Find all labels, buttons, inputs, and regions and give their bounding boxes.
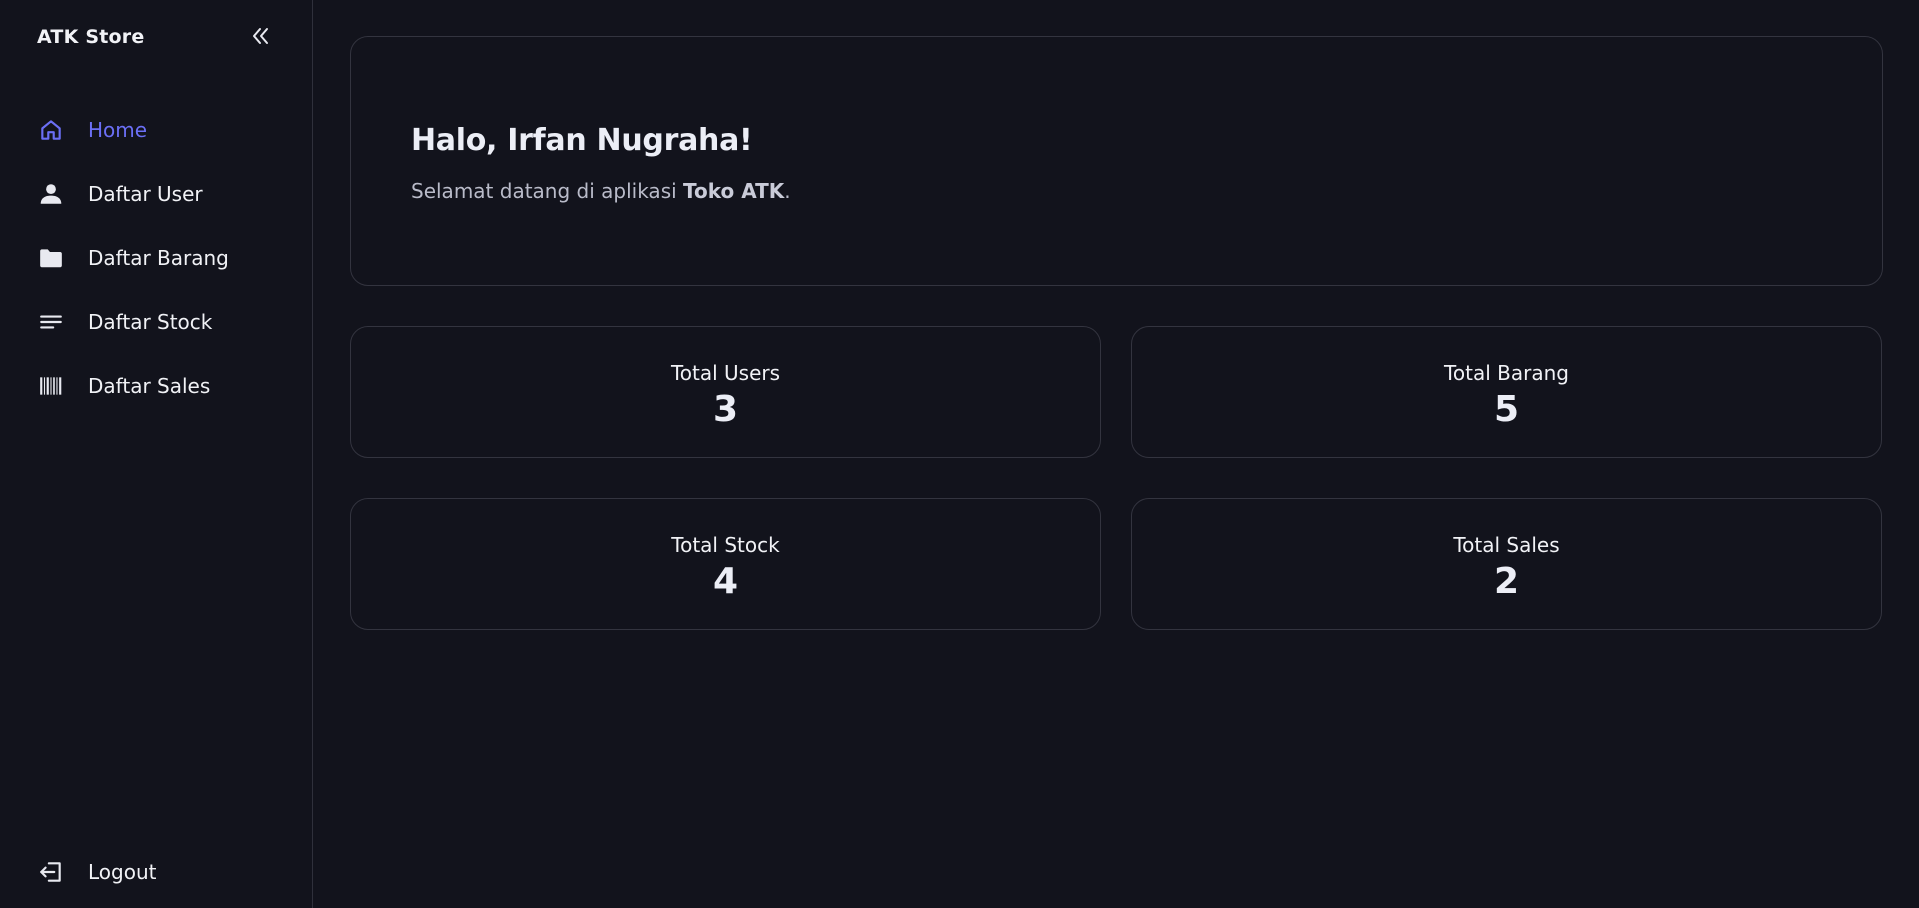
sidebar-item-daftar-sales[interactable]: Daftar Sales	[0, 354, 313, 418]
welcome-message-prefix: Selamat datang di aplikasi	[411, 179, 684, 203]
main-content: Halo, Irfan Nugraha! Selamat datang di a…	[313, 0, 1919, 908]
logout-label: Logout	[88, 860, 157, 884]
sidebar-nav: Home Daftar User Daftar Barang Daftar St…	[0, 98, 313, 418]
welcome-message: Selamat datang di aplikasi Toko ATK.	[411, 179, 791, 203]
stat-card-total-barang: Total Barang 5	[1131, 326, 1882, 458]
welcome-card: Halo, Irfan Nugraha! Selamat datang di a…	[350, 36, 1883, 286]
stat-card-total-sales: Total Sales 2	[1131, 498, 1882, 630]
brand-title: ATK Store	[37, 26, 145, 48]
home-icon	[37, 116, 65, 144]
sidebar-item-label: Daftar Sales	[88, 374, 211, 398]
folder-icon	[37, 244, 65, 272]
stat-label: Total Users	[670, 361, 781, 385]
sidebar-item-home[interactable]: Home	[0, 98, 313, 162]
sidebar-item-daftar-barang[interactable]: Daftar Barang	[0, 226, 313, 290]
stat-card-total-stock: Total Stock 4	[350, 498, 1101, 630]
sidebar-item-label: Daftar Barang	[88, 246, 229, 270]
user-icon	[37, 180, 65, 208]
stat-value: 2	[1493, 561, 1520, 602]
sidebar-item-label: Daftar User	[88, 182, 203, 206]
collapse-sidebar-button[interactable]	[248, 24, 272, 48]
logout-button[interactable]: Logout	[0, 840, 313, 904]
barcode-icon	[37, 372, 65, 400]
double-chevron-left-icon	[253, 28, 268, 44]
app-root: ATK Store Home Daftar User Daftar Barang…	[0, 0, 1919, 908]
stat-value: 5	[1493, 389, 1520, 430]
stat-value: 3	[712, 389, 739, 430]
stat-value: 4	[712, 561, 739, 602]
app-name: Toko ATK	[683, 179, 785, 203]
stat-label: Total Barang	[1444, 361, 1569, 385]
sidebar-item-label: Home	[88, 118, 148, 142]
greeting-heading: Halo, Irfan Nugraha!	[411, 123, 753, 158]
list-lines-icon	[37, 308, 65, 336]
logout-section: Logout	[0, 840, 313, 904]
stat-label: Total Sales	[1453, 533, 1560, 557]
sidebar-item-daftar-stock[interactable]: Daftar Stock	[0, 290, 313, 354]
sidebar-item-daftar-user[interactable]: Daftar User	[0, 162, 313, 226]
welcome-message-suffix: .	[784, 179, 791, 203]
logout-icon	[37, 858, 65, 886]
sidebar: ATK Store Home Daftar User Daftar Barang…	[0, 0, 313, 908]
stat-card-total-users: Total Users 3	[350, 326, 1101, 458]
sidebar-item-label: Daftar Stock	[88, 310, 213, 334]
stat-label: Total Stock	[671, 533, 780, 557]
